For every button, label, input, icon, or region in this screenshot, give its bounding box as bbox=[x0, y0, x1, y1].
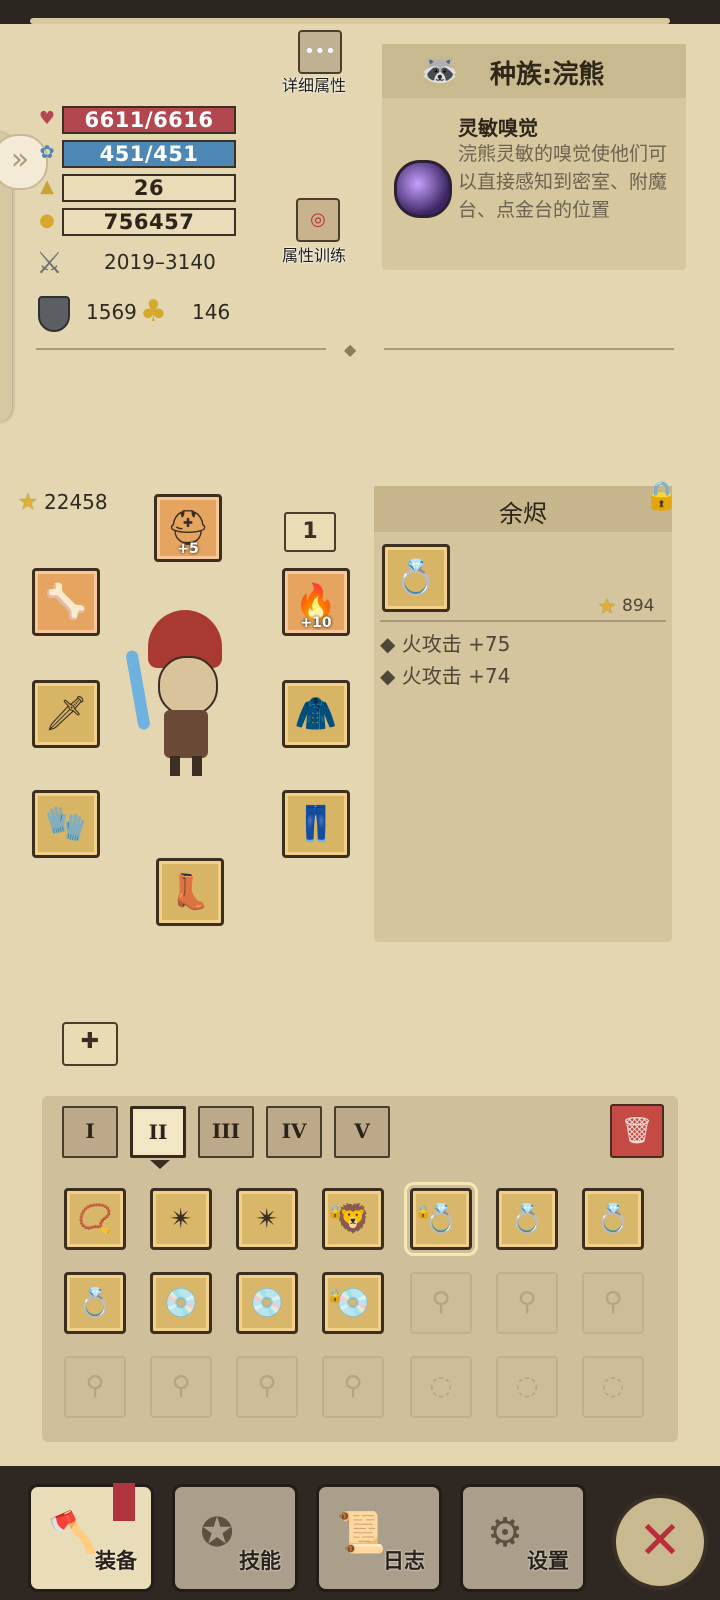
armor-value: 1569 bbox=[86, 300, 137, 324]
item-name: 余烬 bbox=[499, 500, 547, 528]
detail-attrs-label: 详细属性 bbox=[282, 76, 347, 95]
nav-skills[interactable]: ✪ 技能 bbox=[172, 1484, 298, 1592]
item-attr-1: ◆ 火攻击 +75 bbox=[380, 632, 511, 656]
inventory-slot[interactable]: 💍 bbox=[582, 1188, 644, 1250]
empty-slot[interactable]: ◌ bbox=[582, 1356, 644, 1418]
shoulder-slot[interactable]: 🦴 bbox=[32, 568, 100, 636]
empty-slot[interactable]: ⚲ bbox=[496, 1272, 558, 1334]
race-title: 种族:浣熊 bbox=[490, 60, 605, 90]
weapon-slot[interactable]: 🗡 bbox=[32, 680, 100, 748]
gear-score: 22458 bbox=[44, 490, 108, 514]
nav-skills-label: 技能 bbox=[239, 1549, 281, 1573]
item-score: 894 bbox=[622, 596, 655, 616]
empty-slot[interactable]: ⚲ bbox=[64, 1356, 126, 1418]
inventory-slot-selected[interactable]: 🔒 💍 bbox=[404, 1182, 478, 1256]
gloves-slot[interactable]: 🧤 bbox=[32, 790, 100, 858]
skill-icon: ✪ bbox=[200, 1510, 234, 1556]
inventory-slot[interactable]: 📿 bbox=[64, 1188, 126, 1250]
item-star-icon: ★ bbox=[598, 594, 616, 618]
race-panel: 🦝 种族:浣熊 灵敏嗅觉 浣熊灵敏的嗅觉使他们可以直接感知到密室、附魔台、点金台… bbox=[382, 44, 686, 270]
pants-slot[interactable]: 👖 bbox=[282, 790, 350, 858]
lock-icon[interactable]: 🔒 bbox=[644, 478, 679, 514]
helmet-enhance: +5 bbox=[177, 541, 199, 557]
amulet-slot[interactable]: 🔥 +10 bbox=[282, 568, 350, 636]
close-icon[interactable]: ✕ bbox=[612, 1494, 708, 1590]
empty-slot[interactable]: ⚲ bbox=[150, 1356, 212, 1418]
empty-slot[interactable]: ◌ bbox=[410, 1356, 472, 1418]
mp-bar: 451/451 bbox=[62, 140, 236, 168]
detail-attrs-button[interactable]: ••• bbox=[298, 30, 342, 74]
hp-bar: 6611/6616 bbox=[62, 106, 236, 134]
armor-slot[interactable]: 🧥 bbox=[282, 680, 350, 748]
nav-log[interactable]: 📜 日志 bbox=[316, 1484, 442, 1592]
luck-icon: ♣ bbox=[140, 294, 167, 329]
lock-icon: 🔒 bbox=[327, 1289, 344, 1304]
divider-right bbox=[384, 348, 674, 350]
empty-slot[interactable]: ⚲ bbox=[410, 1272, 472, 1334]
divider-ornament-icon: ◆ bbox=[344, 340, 357, 359]
inventory-slot[interactable]: 🔒 💿 bbox=[322, 1272, 384, 1334]
axe-icon: 🪓 bbox=[48, 1510, 98, 1556]
empty-slot[interactable]: ⚲ bbox=[582, 1272, 644, 1334]
target-icon[interactable]: ◎ bbox=[296, 198, 340, 242]
amulet-enhance: +10 bbox=[300, 615, 332, 631]
level-value: 26 bbox=[62, 174, 236, 202]
character-avatar bbox=[125, 610, 230, 778]
lock-icon: 🔒 bbox=[415, 1205, 432, 1220]
boots-slot[interactable]: 👢 bbox=[156, 858, 224, 926]
inventory-slot[interactable]: 🔒 🦁 bbox=[322, 1188, 384, 1250]
attack-value: 2019–3140 bbox=[104, 250, 216, 274]
active-tier-caret bbox=[150, 1160, 170, 1169]
item-detail-panel: 余烬 🔒 💍 ★ 894 ◆ 火攻击 +75 ◆ 火攻击 +74 bbox=[374, 479, 679, 942]
raccoon-icon: 🦝 bbox=[421, 53, 459, 88]
tier-tab-1[interactable]: I bbox=[62, 1106, 118, 1158]
page-indicator[interactable]: 1 bbox=[284, 512, 336, 552]
empty-slot[interactable]: ⚲ bbox=[236, 1356, 298, 1418]
empty-slot[interactable]: ◌ bbox=[496, 1356, 558, 1418]
trait-icon bbox=[394, 160, 452, 218]
item-divider bbox=[380, 620, 666, 622]
level-triangle-icon: ▲ bbox=[40, 176, 54, 197]
nav-equip-label: 装备 bbox=[95, 1549, 137, 1573]
luck-value: 146 bbox=[192, 300, 231, 324]
inventory-slot[interactable]: ✴ bbox=[150, 1188, 212, 1250]
attr-training-label: 属性训练 bbox=[282, 246, 347, 265]
nav-log-label: 日志 bbox=[383, 1549, 425, 1573]
add-button[interactable]: ✚ bbox=[62, 1022, 118, 1066]
inventory-slot[interactable]: 💍 bbox=[64, 1272, 126, 1334]
inventory-slot[interactable]: 💿 bbox=[236, 1272, 298, 1334]
star-icon: ★ bbox=[18, 490, 38, 515]
inventory-slot[interactable]: ✴ bbox=[236, 1188, 298, 1250]
crossed-swords-icon: ⚔ bbox=[36, 246, 63, 281]
inventory-slot[interactable]: 💍 bbox=[496, 1188, 558, 1250]
nav-equip[interactable]: 🪓 装备 bbox=[28, 1483, 154, 1592]
nav-settings-label: 设置 bbox=[527, 1549, 569, 1573]
tier-tab-5[interactable]: V bbox=[334, 1106, 390, 1158]
item-preview: 💍 bbox=[382, 544, 450, 612]
heart-icon: ♥ bbox=[38, 108, 56, 129]
gold-value: 756457 bbox=[62, 208, 236, 236]
top-border bbox=[0, 0, 720, 24]
divider-left bbox=[36, 348, 326, 350]
helmet-slot[interactable]: ⛑ +5 bbox=[154, 494, 222, 562]
scroll-icon: 📜 bbox=[336, 1510, 386, 1556]
tier-tab-2[interactable]: II bbox=[130, 1106, 186, 1158]
tier-tab-4[interactable]: IV bbox=[266, 1106, 322, 1158]
trait-name: 灵敏嗅觉 bbox=[458, 116, 538, 140]
mana-flower-icon: ✿ bbox=[39, 142, 55, 163]
gear-icon: ⚙ bbox=[487, 1510, 523, 1556]
shield-icon bbox=[38, 296, 70, 332]
item-attr-2: ◆ 火攻击 +74 bbox=[380, 664, 511, 688]
active-ribbon bbox=[113, 1483, 135, 1521]
tier-tab-3[interactable]: III bbox=[198, 1106, 254, 1158]
gold-coins-icon: ● bbox=[39, 210, 55, 231]
empty-slot[interactable]: ⚲ bbox=[322, 1356, 384, 1418]
trait-description: 浣熊灵敏的嗅觉使他们可以直接感知到密室、附魔台、点金台的位置 bbox=[458, 143, 668, 221]
lock-icon: 🔒 bbox=[327, 1205, 344, 1220]
inventory-slot[interactable]: 💿 bbox=[150, 1272, 212, 1334]
trash-icon[interactable]: 🗑 bbox=[610, 1104, 664, 1158]
nav-settings[interactable]: ⚙ 设置 bbox=[460, 1484, 586, 1592]
